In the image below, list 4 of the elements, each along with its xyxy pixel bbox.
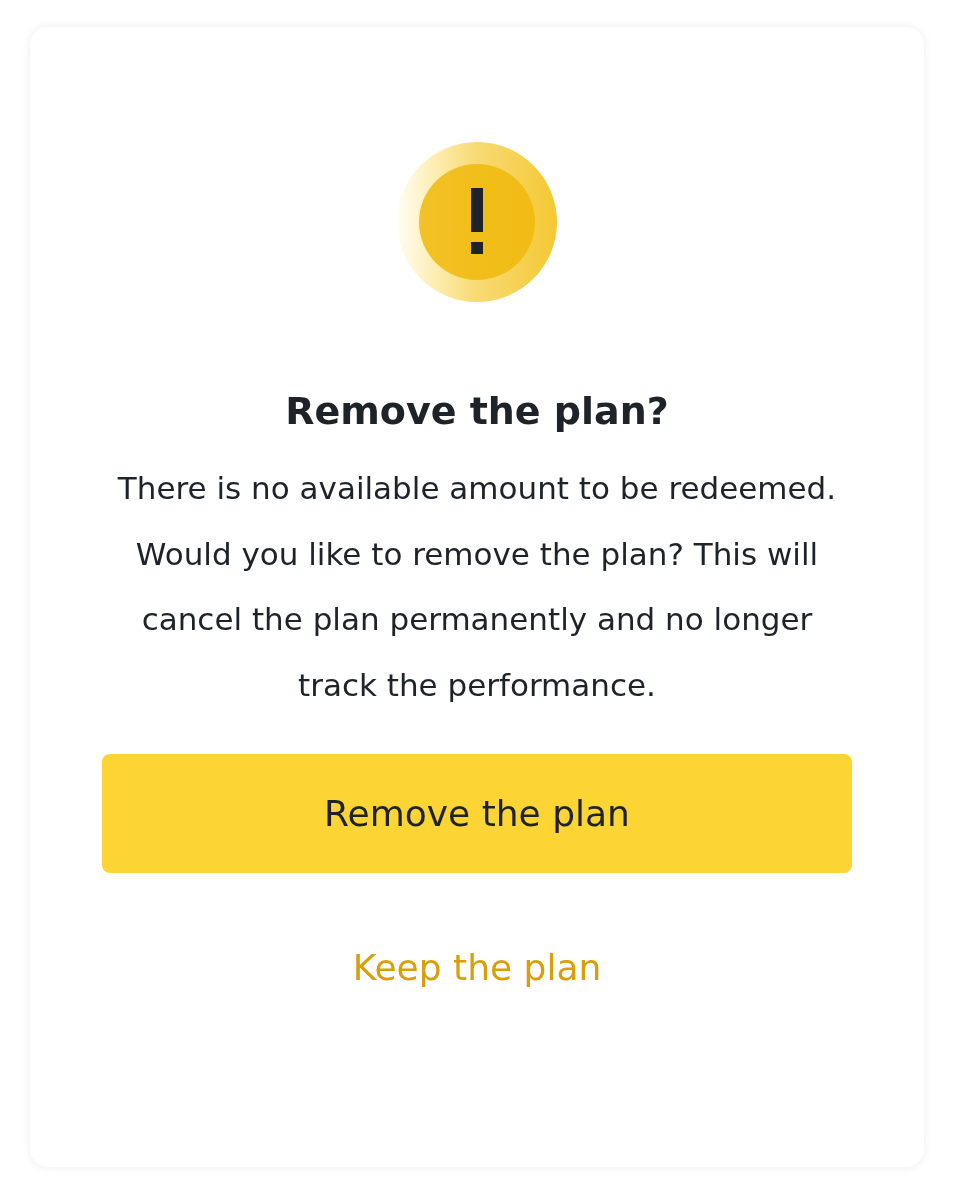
dialog-message: There is no available amount to be redeemed. Would you like to remove the plan? This will cancel the plan permanently and no longer track the performance. xyxy=(117,469,837,705)
remove-button[interactable]: Remove the plan xyxy=(102,754,852,873)
warning-icon xyxy=(395,140,559,304)
dialog-title: Remove the plan? xyxy=(285,388,669,435)
